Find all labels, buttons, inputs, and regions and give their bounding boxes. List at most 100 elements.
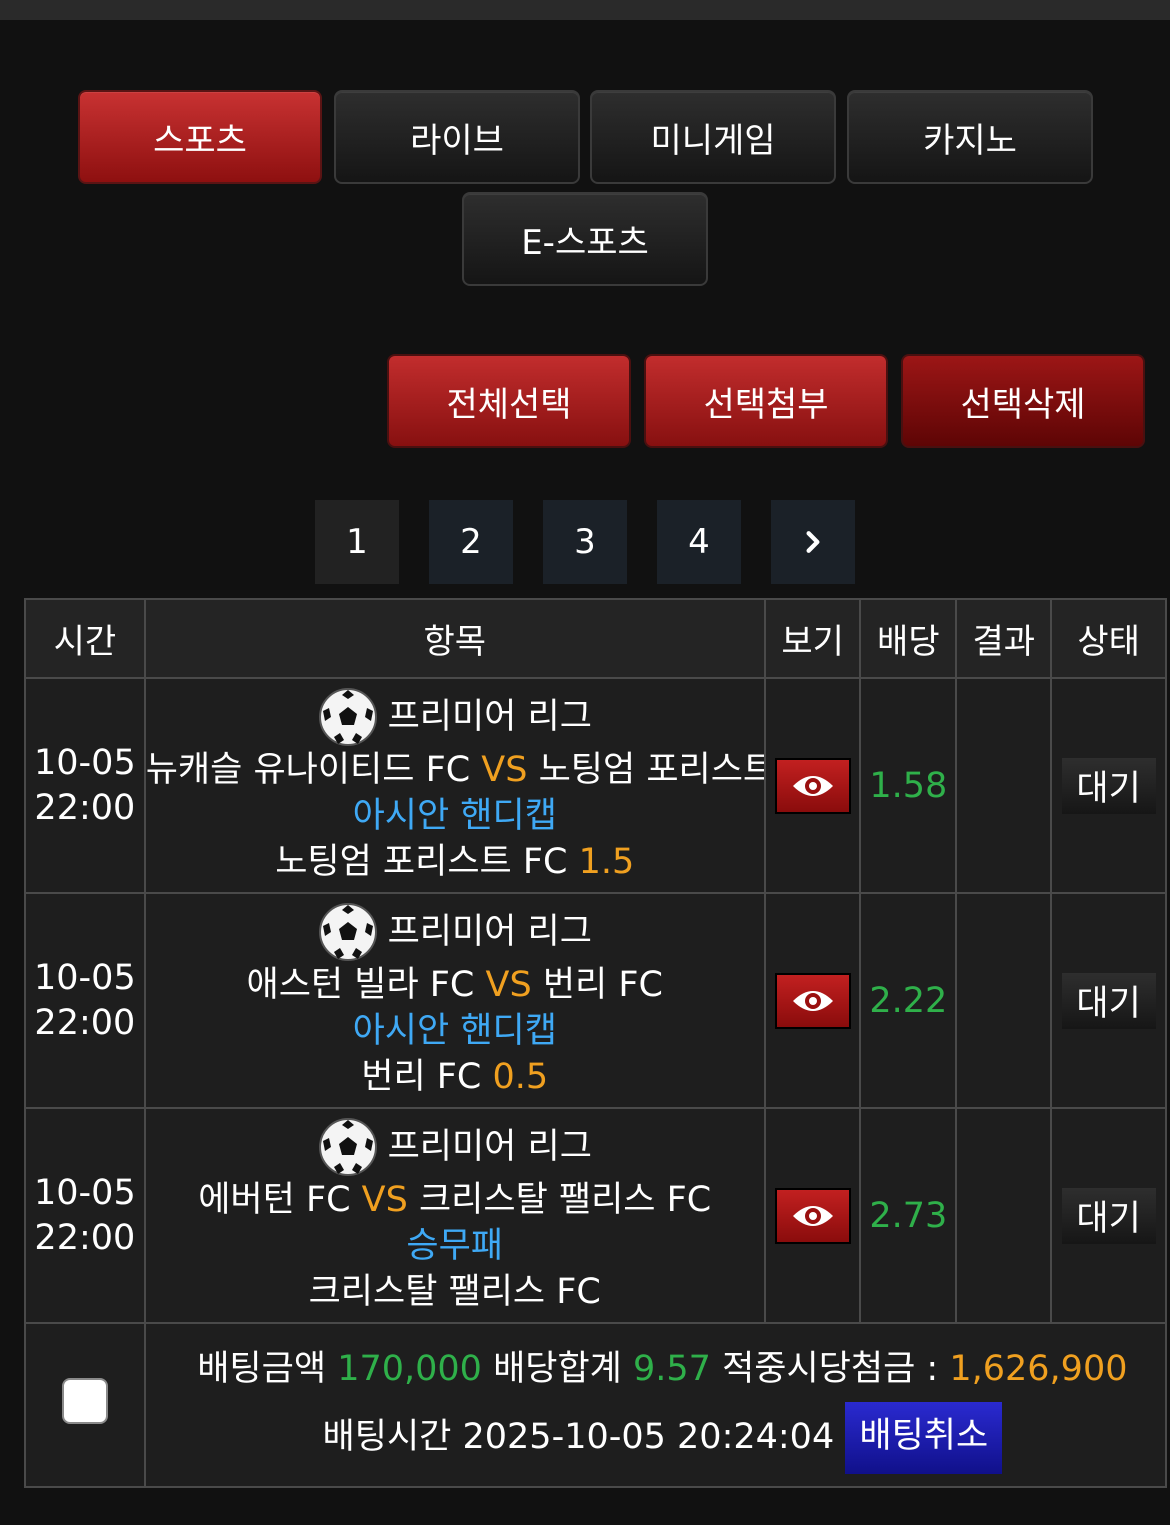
total-odds-value: 9.57	[633, 1349, 711, 1389]
select-cell	[24, 1322, 146, 1488]
bet-amount-line: 배팅금액 170,000 배당합계 9.57 적중시당첨금 : 1,626,90…	[160, 1336, 1165, 1402]
home-team: 에버턴 FC	[198, 1179, 351, 1220]
pick-handicap: 0.5	[492, 1056, 549, 1097]
result-cell	[955, 1107, 1053, 1324]
match-date: 10-05	[34, 742, 136, 783]
header-result: 결과	[955, 598, 1053, 679]
soccer-ball-icon	[318, 687, 377, 746]
status-cell: 대기	[1050, 677, 1167, 894]
view-cell	[763, 892, 862, 1109]
match-time: 22:00	[34, 787, 136, 828]
view-cell	[763, 677, 862, 894]
match-item-cell: 프리미어 리그 에버턴 FC VS 크리스탈 팰리스 FC 승무패 크리스탈 팰…	[143, 1107, 766, 1324]
bet-pick: 크리스탈 팰리스 FC	[147, 1269, 763, 1315]
bet-time-line: 배팅시간 2025-10-05 20:24:04 배팅취소	[160, 1402, 1165, 1474]
category-minigame-button[interactable]: 미니게임	[590, 90, 836, 184]
match-time-cell: 10-05 22:00	[24, 677, 146, 894]
attach-selected-button[interactable]: 선택첨부	[644, 354, 888, 448]
eye-icon	[792, 1205, 833, 1226]
odds-cell: 2.22	[859, 892, 958, 1109]
match-date: 10-05	[34, 957, 136, 998]
view-cell	[763, 1107, 862, 1324]
match-time-cell: 10-05 22:00	[24, 1107, 146, 1324]
page-1-button[interactable]: 1	[315, 500, 399, 584]
match-item-cell: 프리미어 리그 애스턴 빌라 FC VS 번리 FC 아시안 핸디캡 번리 FC…	[143, 892, 766, 1109]
header-time: 시간	[24, 598, 146, 679]
view-detail-button[interactable]	[774, 757, 851, 814]
league-name: 프리미어 리그	[387, 696, 592, 737]
page-3-button[interactable]: 3	[543, 500, 627, 584]
bet-amount-value: 170,000	[337, 1349, 482, 1389]
page-4-button[interactable]: 4	[657, 500, 741, 584]
eye-icon	[792, 990, 833, 1011]
view-detail-button[interactable]	[774, 1187, 851, 1244]
select-all-button[interactable]: 전체선택	[387, 354, 631, 448]
cancel-bet-button[interactable]: 배팅취소	[845, 1402, 1003, 1474]
match-teams: 애스턴 빌라 FC VS 번리 FC	[147, 962, 763, 1008]
status-badge: 대기	[1061, 972, 1156, 1029]
league-name: 프리미어 리그	[387, 911, 592, 952]
bet-time-value: 2025-10-05 20:24:04	[462, 1417, 835, 1457]
vs-label: VS	[481, 749, 528, 790]
bet-amount-label: 배팅금액	[197, 1349, 327, 1389]
eye-icon	[792, 775, 833, 796]
away-team: 노팅엄 포리스트 FC	[538, 749, 764, 790]
result-cell	[955, 677, 1053, 894]
vs-label: VS	[361, 1179, 408, 1220]
category-esports-button[interactable]: E-스포츠	[462, 192, 708, 286]
match-teams: 뉴캐슬 유나이티드 FC VS 노팅엄 포리스트 FC	[147, 747, 764, 793]
category-sports-button[interactable]: 스포츠	[78, 90, 322, 184]
away-team: 번리 FC	[542, 964, 663, 1005]
market-type: 아시안 핸디캡	[352, 1010, 557, 1051]
header-view: 보기	[763, 598, 862, 679]
away-team: 크리스탈 팰리스 FC	[418, 1179, 712, 1220]
match-item-cell: 프리미어 리그 뉴캐슬 유나이티드 FC VS 노팅엄 포리스트 FC 아시안 …	[143, 677, 766, 894]
bet-history-table: 시간 항목 보기 배당 결과 상태 10-05 22:00 프리미어 리그 뉴캐…	[24, 598, 1168, 1488]
home-team: 애스턴 빌라 FC	[246, 964, 475, 1005]
league-name: 프리미어 리그	[387, 1126, 592, 1167]
pick-team: 번리 FC	[361, 1056, 482, 1097]
status-badge: 대기	[1061, 757, 1156, 814]
table-row: 10-05 22:00 프리미	[24, 677, 1167, 894]
odds-cell: 2.73	[859, 1107, 958, 1324]
page-2-button[interactable]: 2	[429, 500, 513, 584]
match-time: 22:00	[34, 1002, 136, 1043]
odds-cell: 1.58	[859, 677, 958, 894]
match-time-cell: 10-05 22:00	[24, 892, 146, 1109]
bet-time-label: 배팅시간	[322, 1417, 452, 1457]
bet-pick: 노팅엄 포리스트 FC 1.5	[147, 839, 763, 885]
total-odds-label: 배당합계	[493, 1349, 622, 1389]
bet-summary-row: 배팅금액 170,000 배당합계 9.57 적중시당첨금 : 1,626,90…	[24, 1322, 1168, 1488]
match-teams: 에버턴 FC VS 크리스탈 팰리스 FC	[147, 1177, 763, 1223]
soccer-ball-icon	[318, 902, 377, 961]
next-page-button[interactable]	[771, 500, 855, 584]
vs-label: VS	[485, 964, 532, 1005]
market-type: 승무패	[406, 1225, 504, 1266]
header-odds: 배당	[859, 598, 958, 679]
table-row: 10-05 22:00 프리미	[24, 1107, 1167, 1324]
payout-value: 1,626,900	[949, 1349, 1128, 1389]
match-time: 22:00	[34, 1217, 136, 1258]
pick-handicap: 1.5	[578, 841, 635, 882]
chevron-right-icon	[806, 531, 820, 553]
result-cell	[955, 892, 1053, 1109]
payout-label: 적중시당첨금 :	[722, 1349, 939, 1389]
status-badge: 대기	[1061, 1187, 1156, 1244]
soccer-ball-icon	[318, 1117, 377, 1176]
delete-selected-button[interactable]: 선택삭제	[901, 354, 1145, 448]
pick-team: 크리스탈 팰리스 FC	[308, 1271, 601, 1312]
category-live-button[interactable]: 라이브	[334, 90, 580, 184]
status-cell: 대기	[1050, 1107, 1167, 1324]
bet-summary-cell: 배팅금액 170,000 배당합계 9.57 적중시당첨금 : 1,626,90…	[143, 1322, 1168, 1488]
pick-team: 노팅엄 포리스트 FC	[275, 841, 568, 882]
top-bar	[0, 0, 1170, 20]
header-item: 항목	[143, 598, 766, 679]
market-type: 아시안 핸디캡	[352, 795, 557, 836]
table-header-row: 시간 항목 보기 배당 결과 상태	[24, 598, 1167, 679]
match-date: 10-05	[34, 1172, 136, 1213]
status-cell: 대기	[1050, 892, 1167, 1109]
bet-select-checkbox[interactable]	[61, 1377, 108, 1424]
category-casino-button[interactable]: 카지노	[847, 90, 1093, 184]
view-detail-button[interactable]	[774, 972, 851, 1029]
header-status: 상태	[1050, 598, 1167, 679]
